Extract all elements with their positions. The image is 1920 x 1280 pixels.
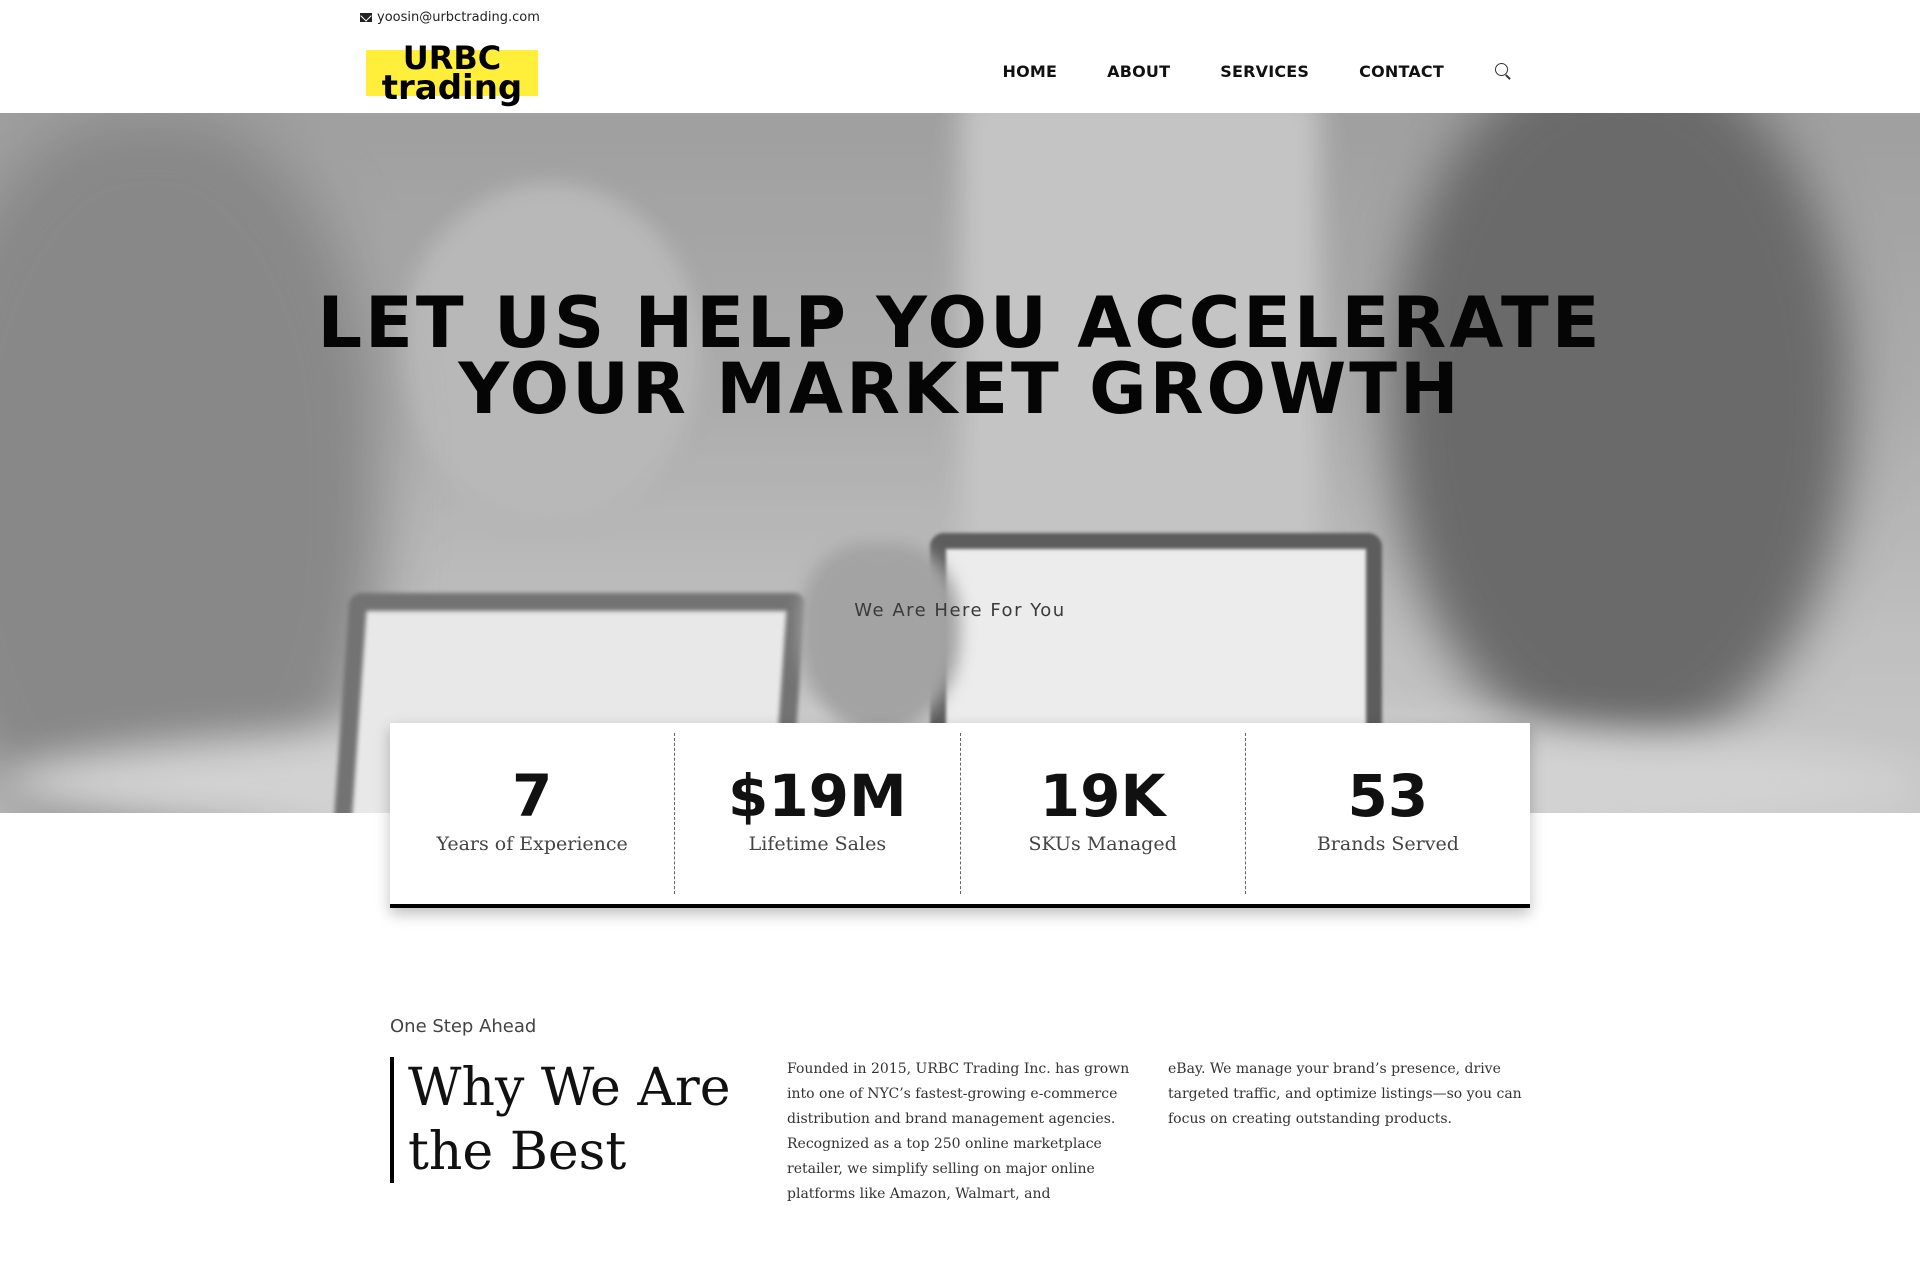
about-paragraph-col1: Founded in 2015, URBC Trading Inc. has g… — [787, 1061, 1130, 1202]
stat-years: 7 Years of Experience — [390, 733, 674, 894]
main-nav: HOME ABOUT SERVICES CONTACT — [1002, 62, 1512, 81]
nav-item-contact[interactable]: CONTACT — [1359, 62, 1444, 81]
hero-title-line2: YOUR MARKET GROWTH — [458, 348, 1462, 430]
hero-title: LET US HELP YOU ACCELERATE YOUR MARKET G… — [0, 282, 1920, 430]
hero-banner — [0, 113, 1920, 813]
stat-label: Lifetime Sales — [748, 833, 887, 855]
stat-value: 19K — [1039, 762, 1166, 830]
logo[interactable]: URBC trading — [366, 40, 538, 110]
section-title-block: Why We Are the Best — [390, 1057, 738, 1183]
hero-title-line1: LET US HELP YOU ACCELERATE — [317, 282, 1603, 364]
nav-item-home[interactable]: HOME — [1002, 62, 1057, 81]
search-icon[interactable] — [1494, 62, 1512, 81]
stat-sales: $19M Lifetime Sales — [674, 733, 959, 894]
stat-label: SKUs Managed — [1028, 833, 1177, 855]
about-paragraph-col2: eBay. We manage your brand’s presence, d… — [1168, 1061, 1522, 1127]
stat-value: 7 — [511, 762, 553, 830]
stats-card: 7 Years of Experience $19M Lifetime Sale… — [390, 723, 1530, 908]
stat-label: Years of Experience — [436, 833, 628, 855]
stat-value: $19M — [727, 762, 907, 830]
nav-item-about[interactable]: ABOUT — [1107, 62, 1170, 81]
stat-label: Brands Served — [1316, 833, 1459, 855]
nav-item-services[interactable]: SERVICES — [1220, 62, 1309, 81]
stat-brands: 53 Brands Served — [1244, 733, 1530, 894]
section-title: Why We Are the Best — [408, 1058, 731, 1182]
topbar-email[interactable]: yoosin@urbctrading.com — [360, 10, 540, 25]
hero-subtitle: We Are Here For You — [854, 600, 1066, 621]
logo-line2: trading — [381, 68, 523, 108]
envelope-icon — [360, 13, 372, 22]
stat-value: 53 — [1347, 762, 1429, 830]
section-eyebrow: One Step Ahead — [390, 1016, 537, 1037]
topbar-email-text[interactable]: yoosin@urbctrading.com — [377, 10, 540, 25]
stat-skus: 19K SKUs Managed — [959, 733, 1245, 894]
